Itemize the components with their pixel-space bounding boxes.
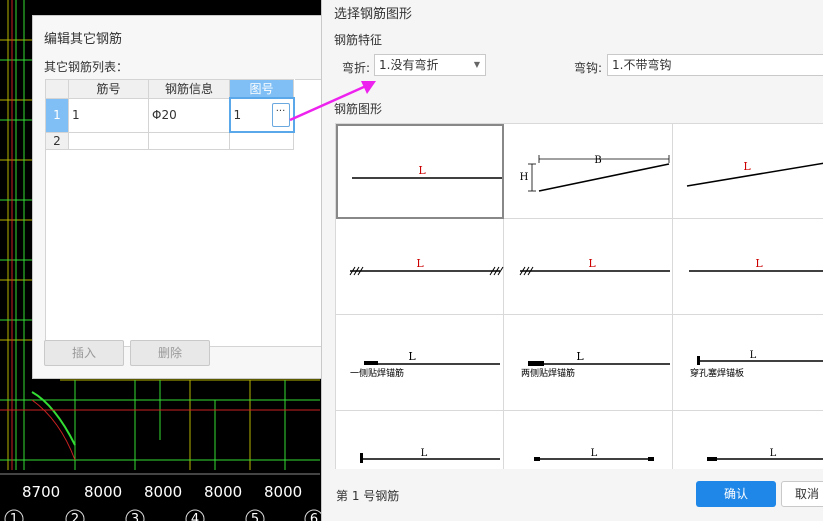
shape-cell-10[interactable]: L — [336, 411, 504, 469]
bend-select-value: 1.没有弯折 — [379, 58, 439, 72]
axis-number-5: 5 — [251, 512, 259, 521]
table-row[interactable]: 2 — [45, 131, 294, 150]
axis-dim-1: 8700 — [22, 483, 60, 501]
axis-number-3: 3 — [131, 512, 139, 521]
row-index[interactable]: 1 — [45, 97, 69, 133]
shape-cell-9[interactable]: L 穿孔塞焊锚板 — [673, 315, 823, 411]
hook-select[interactable]: 1.不带弯钩 — [607, 54, 823, 76]
rebar-list-grid: 筋号 钢筋信息 图号 1 1 Φ20 1 ··· 2 — [45, 79, 295, 150]
axis-dim-4: 8000 — [204, 483, 242, 501]
axis-dim-5: 8000 — [264, 483, 302, 501]
shape-label: L — [418, 164, 426, 177]
row-index[interactable]: 2 — [45, 131, 69, 150]
shape-cell-7[interactable]: L 一侧贴焊锚筋 — [336, 315, 504, 411]
cell-rebar-info[interactable]: Φ20 — [148, 97, 230, 133]
shape-caption: 穿孔塞焊锚板 — [690, 367, 744, 379]
row-index-header — [45, 79, 69, 99]
browse-shape-button[interactable]: ··· — [271, 103, 290, 127]
shape-label: L — [408, 350, 416, 363]
shape-dialog-title: 选择钢筋图形 — [334, 7, 413, 22]
edit-dialog-title: 编辑其它钢筋 — [44, 32, 123, 47]
shape-label: L — [588, 257, 596, 270]
shape-cell-5[interactable]: L — [504, 219, 673, 315]
shape-no-value: 1 — [233, 108, 242, 122]
shape-dim-label: B — [594, 155, 601, 166]
insert-button[interactable]: 插入 — [44, 340, 124, 366]
confirm-button[interactable]: 确认 — [696, 481, 776, 507]
shape-cell-11[interactable]: L — [504, 411, 673, 469]
cell-rebar-info[interactable] — [148, 131, 230, 150]
status-text: 第 1 号钢筋 — [336, 489, 400, 503]
axis-dim-3: 8000 — [144, 483, 182, 501]
delete-button[interactable]: 删除 — [130, 340, 210, 366]
chevron-down-icon: ▼ — [473, 60, 480, 69]
hook-label: 弯钩: — [574, 61, 603, 75]
shape-cell-2[interactable]: B H — [504, 124, 673, 219]
shape-label: L — [421, 448, 428, 459]
shape-label: L — [770, 448, 777, 459]
shape-cell-1[interactable]: L — [336, 124, 504, 219]
cell-bar-no[interactable] — [68, 131, 149, 150]
shape-cell-6[interactable]: L — [673, 219, 823, 315]
shape-dim-label: H — [520, 172, 529, 183]
shape-section-label: 钢筋图形 — [334, 102, 383, 116]
shape-gallery: L B H L L L L L 一侧贴焊锚筋 L 两侧贴焊锚筋 L 穿孔塞焊锚板… — [335, 123, 823, 469]
shape-label: L — [755, 257, 763, 270]
edit-rebar-dialog: 编辑其它钢筋 其它钢筋列表： 筋号 钢筋信息 图号 1 1 Φ20 1 ··· … — [32, 15, 323, 379]
shape-cell-4[interactable]: L — [336, 219, 504, 315]
bend-select[interactable]: 1.没有弯折 ▼ — [374, 54, 486, 76]
shape-cell-12[interactable]: L — [673, 411, 823, 469]
cell-shape-no-editing[interactable]: 1 ··· — [228, 97, 295, 133]
axis-number-2: 2 — [71, 512, 79, 521]
shape-caption: 一侧贴焊锚筋 — [350, 367, 404, 379]
shape-cell-8[interactable]: L 两侧贴焊锚筋 — [504, 315, 673, 411]
shape-label: L — [576, 350, 584, 363]
shape-label: L — [743, 160, 751, 173]
bend-label: 弯折: — [342, 61, 371, 75]
select-shape-dialog: 选择钢筋图形 钢筋特征 弯折: 1.没有弯折 ▼ 弯钩: 1.不带弯钩 钢筋图形… — [321, 0, 823, 521]
axis-number-4: 4 — [191, 512, 199, 521]
table-header-row: 筋号 钢筋信息 图号 — [45, 79, 294, 99]
column-header-shape-no[interactable]: 图号 — [229, 79, 294, 99]
cell-bar-no[interactable]: 1 — [68, 97, 149, 133]
hook-select-value: 1.不带弯钩 — [612, 58, 672, 72]
rebar-list-label: 其它钢筋列表： — [44, 60, 129, 74]
shape-label: L — [750, 350, 757, 361]
cell-shape-no[interactable] — [229, 131, 294, 150]
feature-section-label: 钢筋特征 — [334, 33, 383, 47]
axis-dim-2: 8000 — [84, 483, 122, 501]
shape-label: L — [591, 448, 598, 459]
shape-caption: 两侧贴焊锚筋 — [521, 367, 575, 379]
column-header-info[interactable]: 钢筋信息 — [148, 79, 230, 99]
cancel-button[interactable]: 取消 — [781, 481, 823, 507]
axis-number-1: 1 — [10, 512, 18, 521]
column-header-bar-no[interactable]: 筋号 — [68, 79, 149, 99]
axis-number-6: 6 — [310, 512, 318, 521]
table-row[interactable]: 1 1 Φ20 1 ··· — [45, 97, 295, 133]
shape-cell-3[interactable]: L — [673, 124, 823, 219]
shape-label: L — [416, 257, 424, 270]
